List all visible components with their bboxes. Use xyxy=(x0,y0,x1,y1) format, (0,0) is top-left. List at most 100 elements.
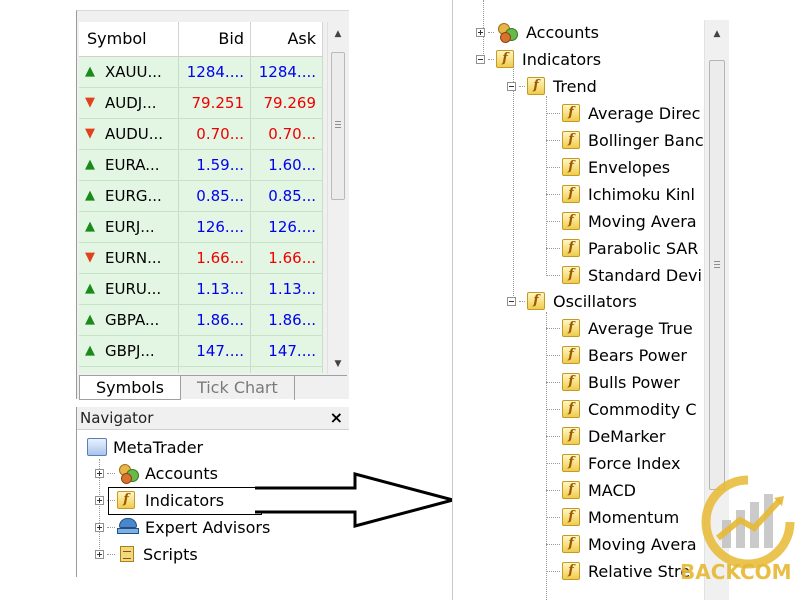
table-row[interactable]: ▲ GBPJ... 147.... 147.... xyxy=(79,336,323,367)
ask-cell: 79.269 xyxy=(251,88,323,118)
bid-cell: 1.66... xyxy=(179,243,251,273)
column-header-ask[interactable]: Ask xyxy=(251,22,323,56)
tree-item-indicators[interactable]: f Indicators xyxy=(476,47,601,71)
symbol-name: EURN... xyxy=(105,249,162,267)
tree-item-indicator[interactable]: f Momentum xyxy=(562,505,679,529)
indicator-icon: f xyxy=(562,535,580,553)
indicator-icon: f xyxy=(527,77,545,95)
tree-item-metatrader[interactable]: MetaTrader xyxy=(87,435,203,459)
table-row[interactable]: ▲ XAUU... 1284.... 1284.... xyxy=(79,57,323,88)
scrollbar-thumb[interactable] xyxy=(709,60,725,490)
tree-item-indicator[interactable]: f Envelopes xyxy=(562,155,670,179)
tree-item-label: Envelopes xyxy=(588,157,671,177)
tab-tick-chart[interactable]: Tick Chart xyxy=(181,376,295,400)
indicator-icon: f xyxy=(562,562,580,580)
arrow-up-icon: ▲ xyxy=(85,281,95,296)
collapse-icon[interactable] xyxy=(476,54,485,64)
table-row[interactable]: ▲ EURU... 1.13... 1.13... xyxy=(79,274,323,305)
tree-item-indicator[interactable]: f Standard Devi xyxy=(562,263,702,287)
table-row[interactable]: ▲ EURA... 1.59... 1.60... xyxy=(79,150,323,181)
tree-item-indicator[interactable]: f Parabolic SAR xyxy=(562,236,698,260)
bid-cell: 1.86... xyxy=(179,305,251,335)
tree-item-label: MACD xyxy=(588,480,636,500)
tree-item-label: Relative Stre xyxy=(588,561,691,581)
column-header-bid[interactable]: Bid xyxy=(179,22,251,56)
indicator-icon: f xyxy=(562,400,580,418)
tree-item-scripts[interactable]: Scripts xyxy=(95,542,198,566)
market-watch-header: Symbol Bid Ask xyxy=(79,22,323,57)
tree-item-accounts[interactable]: Accounts xyxy=(476,20,599,44)
expand-icon[interactable] xyxy=(95,549,104,559)
tree-item-indicator[interactable]: f DeMarker xyxy=(562,424,665,448)
market-watch-tabs: Symbols Tick Chart xyxy=(79,375,347,400)
tree-item-label: Expert Advisors xyxy=(145,517,271,537)
tree-item-indicator[interactable]: f Bollinger Banc xyxy=(562,128,704,152)
tree-item-accounts[interactable]: Accounts xyxy=(95,461,218,485)
symbol-cell: ▲ GBPJ... xyxy=(79,336,179,366)
scroll-up-icon[interactable]: ▲ xyxy=(328,24,348,44)
table-row[interactable]: ▲ GBPA... 1.86... 1.86... xyxy=(79,305,323,336)
tree-item-indicator[interactable]: f Commodity C xyxy=(562,397,697,421)
expand-icon[interactable] xyxy=(476,27,485,37)
indicator-icon: f xyxy=(562,158,580,176)
indicator-icon: f xyxy=(562,239,580,257)
tree-item-indicator[interactable]: f Bulls Power xyxy=(562,370,680,394)
bid-cell: 79.251 xyxy=(179,88,251,118)
tree-item-label: Bears Power xyxy=(588,345,687,365)
tree-item-indicator[interactable]: f MACD xyxy=(562,478,636,502)
table-row[interactable]: ▼ AUDJ... 79.251 79.269 xyxy=(79,88,323,119)
indicator-icon: f xyxy=(527,292,545,310)
tab-symbols[interactable]: Symbols xyxy=(79,376,181,400)
market-watch-panel: Symbol Bid Ask ▲ XAUU... 1284.... 1284.... ▼… xyxy=(76,10,349,400)
ask-cell: 1.60... xyxy=(251,150,323,180)
expand-icon[interactable] xyxy=(95,495,104,505)
table-row[interactable]: ▼ AUDU... 0.70... 0.70... xyxy=(79,119,323,150)
scroll-up-icon[interactable]: ▲ xyxy=(705,24,729,44)
symbol-cell: ▼ EURN... xyxy=(79,243,179,273)
indicators-highlight-box xyxy=(108,487,262,515)
table-row[interactable]: ▲ EURG... 0.85... 0.85... xyxy=(79,181,323,212)
close-icon[interactable]: × xyxy=(330,408,343,427)
symbol-name: AUDJ... xyxy=(105,94,157,112)
column-header-symbol[interactable]: Symbol xyxy=(79,22,179,56)
tree-item-label: Standard Devi xyxy=(588,265,702,285)
tree-item-label: Bollinger Banc xyxy=(588,130,704,150)
tree-group-oscillators[interactable]: f Oscillators xyxy=(507,289,637,313)
table-row[interactable]: ▲ EURJ... 126.... 126.... xyxy=(79,212,323,243)
tree-item-label: Bulls Power xyxy=(588,372,680,392)
navigator-titlebar: Navigator × xyxy=(77,407,349,430)
expand-icon[interactable] xyxy=(95,468,104,478)
scrollbar-thumb[interactable] xyxy=(331,52,345,200)
tree-item-indicator[interactable]: f Moving Avera xyxy=(562,532,697,556)
scroll-down-icon[interactable]: ▼ xyxy=(328,354,348,374)
arrow-down-icon: ▼ xyxy=(85,95,95,110)
scripts-icon xyxy=(117,544,137,564)
ask-cell: 147.... xyxy=(251,336,323,366)
tree-item-indicator[interactable]: f Ichimoku Kinl xyxy=(562,182,695,206)
symbol-cell: ▲ EURG... xyxy=(79,181,179,211)
ask-cell: 126.... xyxy=(251,212,323,242)
navigator-title: Navigator xyxy=(80,409,154,427)
tree-group-trend[interactable]: f Trend xyxy=(507,74,597,98)
collapse-icon[interactable] xyxy=(507,296,516,306)
market-watch-scrollbar[interactable]: ▲ ▼ xyxy=(327,22,348,374)
expand-icon[interactable] xyxy=(95,522,104,532)
indicator-icon: f xyxy=(562,266,580,284)
tree-item-label: Force Index xyxy=(588,453,681,473)
arrow-down-icon: ▼ xyxy=(85,250,95,265)
tree-item-expert-advisors[interactable]: Expert Advisors xyxy=(95,515,270,539)
tree-item-indicator[interactable]: f Average Direc xyxy=(562,101,700,125)
tree-item-indicator[interactable]: f Moving Avera xyxy=(562,209,697,233)
tree-item-indicator[interactable]: f Bears Power xyxy=(562,343,687,367)
tree-item-indicator[interactable]: f Relative Stre xyxy=(562,559,690,583)
table-row[interactable]: ▼ EURN... 1.66... 1.66... xyxy=(79,243,323,274)
collapse-icon[interactable] xyxy=(507,81,516,91)
symbol-name: EURJ... xyxy=(105,218,155,236)
ask-cell: 1284.... xyxy=(251,57,323,87)
tree-item-indicator[interactable]: f Average True xyxy=(562,316,693,340)
symbol-cell: ▲ EURA... xyxy=(79,150,179,180)
table-row[interactable]: ▲GBPU1.311.31 xyxy=(79,367,323,373)
tree-item-label: Moving Avera xyxy=(588,534,697,554)
tree-item-indicator[interactable]: f Force Index xyxy=(562,451,680,475)
bid-cell: 1.31 xyxy=(179,367,251,373)
